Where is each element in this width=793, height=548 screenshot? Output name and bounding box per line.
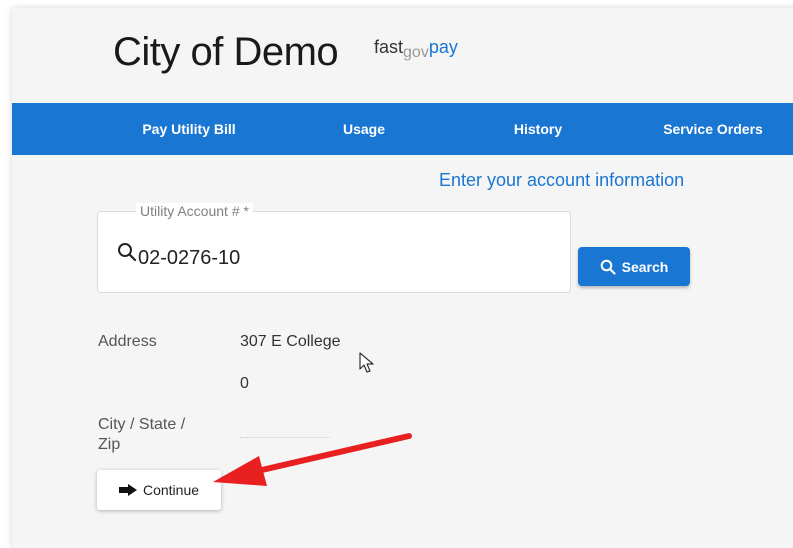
annotation-arrow-icon [213,433,412,486]
page-title: City of Demo [113,30,339,74]
brand-pay: pay [428,37,458,57]
arrow-right-icon [118,484,137,496]
nav-usage[interactable]: Usage [343,103,385,155]
search-button-label: Search [621,258,669,275]
address-line1: 307 E College [240,333,341,350]
mouse-cursor-icon [359,352,374,373]
address-label: Address [98,333,157,350]
nav-history[interactable]: History [514,103,562,155]
search-icon [118,243,137,262]
account-number-input[interactable] [138,244,558,272]
address-line2: 0 [240,375,249,392]
city-state-zip-label: City / State / Zip [98,416,186,453]
brand-fast: fast [374,37,404,57]
continue-button[interactable]: Continue [97,470,221,510]
search-icon [600,259,616,275]
account-field-label: Utility Account # * [136,203,253,219]
main-nav: Pay Utility Bill Usage History Service O… [12,103,793,155]
nav-service-orders[interactable]: Service Orders [663,103,763,155]
search-button[interactable]: Search [578,247,690,286]
section-heading: Enter your account information [439,170,685,190]
brand-logo: fastgovpay [374,37,458,61]
continue-button-label: Continue [142,482,200,498]
nav-pay-utility-bill[interactable]: Pay Utility Bill [142,103,235,155]
brand-gov: gov [403,44,429,61]
